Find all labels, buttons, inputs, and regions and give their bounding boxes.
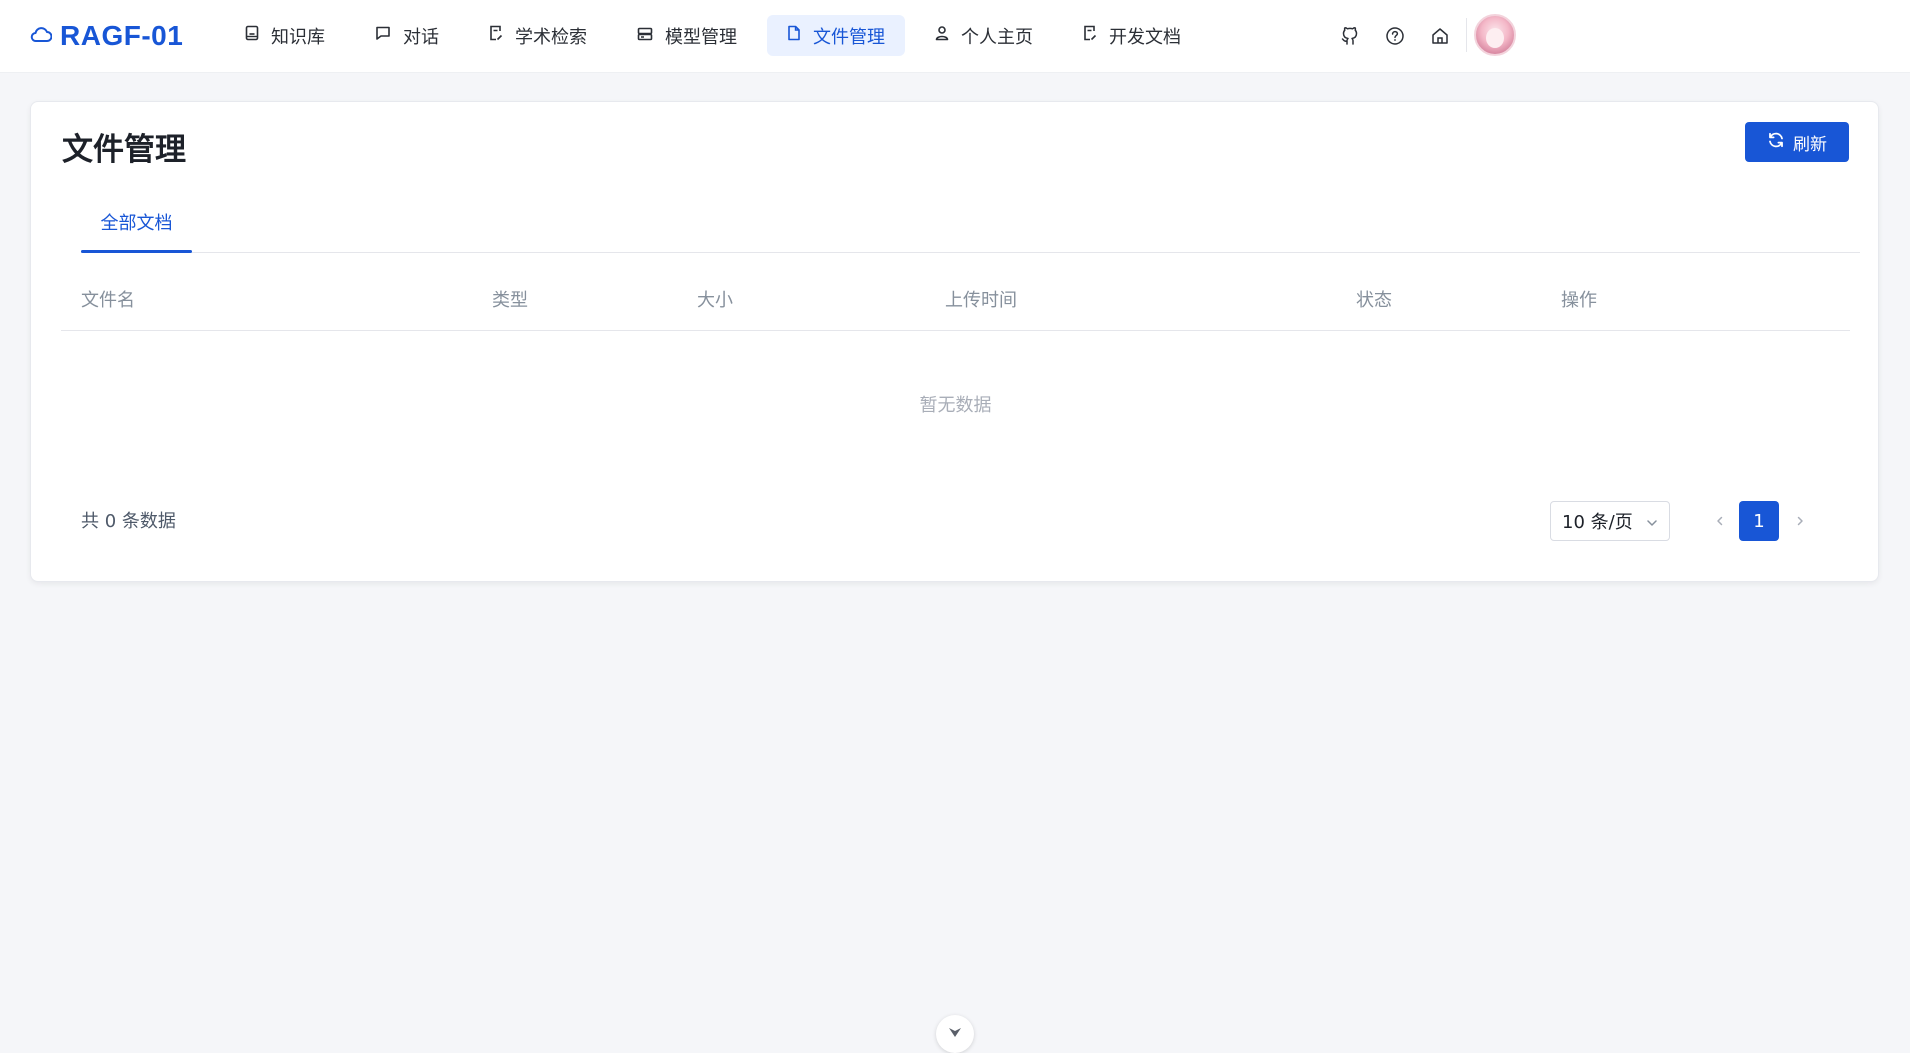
chevron-left-icon (1714, 512, 1726, 531)
header-actions (1338, 24, 1473, 48)
empty-state-text: 暂无数据 (919, 395, 992, 416)
brand[interactable]: RAGF-01 (30, 18, 183, 54)
nav-item-model-management[interactable]: 模型管理 (617, 15, 757, 56)
nav-label: 知识库 (271, 26, 325, 48)
tab-label: 全部文档 (100, 213, 173, 234)
chevron-right-icon (1794, 512, 1806, 531)
nav-item-file-management[interactable]: 文件管理 (767, 15, 905, 56)
file-management-card: 文件管理 刷新 全部文档 文件名 类型 大小 上传时间 状态 操作 暂无数据 共… (30, 101, 1879, 582)
table-header: 文件名 类型 大小 上传时间 状态 操作 (61, 271, 1850, 331)
refresh-button[interactable]: 刷新 (1745, 122, 1849, 162)
refresh-label: 刷新 (1793, 134, 1827, 155)
cloud-icon (30, 25, 53, 47)
active-tab-indicator (81, 250, 192, 253)
column-header-upload-time[interactable]: 上传时间 (945, 271, 1017, 330)
page-1-button[interactable]: 1 (1739, 501, 1779, 541)
tab-all-documents[interactable]: 全部文档 (81, 200, 192, 253)
page-title: 文件管理 (62, 132, 186, 168)
github-icon[interactable] (1338, 24, 1362, 48)
page-size-select[interactable]: 10 条/页 (1550, 501, 1670, 541)
brand-name: RAGF-01 (60, 20, 184, 51)
nav-label: 个人主页 (961, 26, 1033, 48)
column-header-type[interactable]: 类型 (492, 271, 528, 330)
refresh-icon (1767, 131, 1793, 154)
help-icon[interactable] (1383, 24, 1407, 48)
chevron-down-icon (1645, 514, 1659, 535)
nav-label: 开发文档 (1109, 26, 1181, 48)
nav-item-chat[interactable]: 对话 (355, 15, 459, 56)
top-navigation-bar: RAGF-01 知识库 对话 学术检索 模型管理 文件管理 个人主页 开发文档 (0, 0, 1910, 73)
files-table: 文件名 类型 大小 上传时间 状态 操作 暂无数据 (61, 271, 1850, 416)
server-icon (637, 25, 665, 46)
doc-edit-icon (489, 25, 515, 46)
divider (1466, 18, 1467, 52)
column-header-size[interactable]: 大小 (697, 271, 733, 330)
nav-item-dev-docs[interactable]: 开发文档 (1063, 15, 1201, 56)
next-page-button[interactable] (1780, 501, 1820, 541)
file-icon (787, 25, 813, 46)
doc-edit-icon (1083, 25, 1109, 46)
book-icon (245, 25, 271, 46)
nav-item-knowledge-base[interactable]: 知识库 (225, 15, 345, 56)
scroll-down-button[interactable] (936, 1015, 974, 1053)
user-icon (935, 25, 961, 46)
nav-label: 学术检索 (515, 26, 587, 48)
main-nav: 知识库 对话 学术检索 模型管理 文件管理 个人主页 开发文档 (225, 15, 1211, 56)
nav-label: 模型管理 (665, 26, 737, 48)
home-icon[interactable] (1428, 24, 1452, 48)
user-avatar[interactable] (1474, 14, 1516, 56)
nav-label: 文件管理 (813, 26, 885, 48)
chat-icon (375, 25, 403, 46)
column-header-status[interactable]: 状态 (1356, 271, 1392, 330)
nav-item-academic-search[interactable]: 学术检索 (469, 15, 607, 56)
prev-page-button[interactable] (1700, 501, 1740, 541)
nav-label: 对话 (403, 26, 439, 48)
document-tabs: 全部文档 (81, 200, 1860, 253)
column-header-filename[interactable]: 文件名 (81, 271, 135, 330)
column-header-actions: 操作 (1561, 290, 1597, 311)
nav-item-profile[interactable]: 个人主页 (915, 15, 1053, 56)
total-count: 共 0 条数据 (81, 511, 176, 532)
page-size-value: 10 条/页 (1562, 512, 1633, 533)
chevron-down-icon (947, 1025, 963, 1044)
